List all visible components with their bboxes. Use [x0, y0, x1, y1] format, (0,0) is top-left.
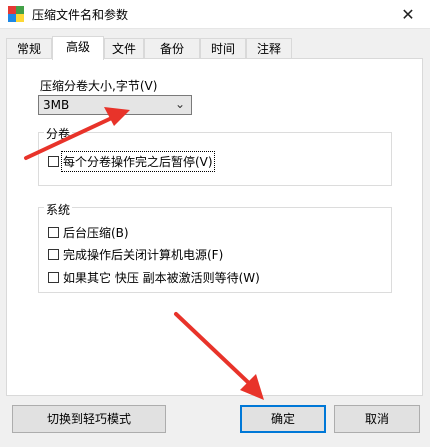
system-group-title: 系统	[44, 201, 73, 218]
background-compress-row[interactable]: 后台压缩(B)	[48, 224, 129, 241]
tab-general-label: 常规	[16, 42, 41, 56]
title-bar: 压缩文件名和参数 ✕	[0, 0, 430, 29]
pause-each-volume-label: 每个分卷操作完之后暂停(V)	[61, 151, 215, 172]
window-title: 压缩文件名和参数	[32, 8, 129, 22]
pause-each-volume-row[interactable]: 每个分卷操作完之后暂停(V)	[48, 151, 215, 172]
tab-general[interactable]: 常规	[6, 38, 52, 58]
shutdown-after-label: 完成操作后关闭计算机电源(F)	[63, 248, 224, 262]
tab-time-label: 时间	[210, 42, 235, 56]
light-mode-button[interactable]: 切换到轻巧模式	[12, 405, 166, 433]
shutdown-after-row[interactable]: 完成操作后关闭计算机电源(F)	[48, 246, 223, 263]
background-compress-checkbox[interactable]	[48, 227, 59, 238]
volume-group-title: 分卷	[44, 125, 73, 142]
cancel-button[interactable]: 取消	[334, 405, 420, 433]
ok-button[interactable]: 确定	[240, 405, 326, 433]
wait-other-copy-label: 如果其它 快压 副本被激活则等待(W)	[63, 271, 260, 285]
volume-size-label: 压缩分卷大小,字节(V)	[40, 79, 158, 93]
background-compress-label: 后台压缩(B)	[63, 226, 129, 240]
shutdown-after-checkbox[interactable]	[48, 249, 59, 260]
pause-each-volume-checkbox[interactable]	[48, 156, 59, 167]
tab-files[interactable]: 文件	[104, 38, 144, 58]
tab-advanced-label: 高级	[65, 40, 90, 54]
tab-time[interactable]: 时间	[200, 38, 246, 58]
wait-other-copy-row[interactable]: 如果其它 快压 副本被激活则等待(W)	[48, 269, 260, 286]
close-icon: ✕	[401, 4, 415, 24]
tab-backup-label: 备份	[159, 42, 184, 56]
tab-comment[interactable]: 注释	[246, 38, 292, 58]
volume-size-value: 3MB	[43, 98, 70, 112]
app-icon	[8, 6, 24, 22]
close-button[interactable]: ✕	[386, 0, 430, 28]
tab-advanced[interactable]: 高级	[52, 36, 104, 60]
wait-other-copy-checkbox[interactable]	[48, 272, 59, 283]
tab-files-label: 文件	[111, 42, 136, 56]
tab-comment-label: 注释	[256, 42, 281, 56]
volume-size-select[interactable]: 3MB ⌄	[38, 95, 192, 115]
chevron-down-icon: ⌄	[174, 97, 185, 111]
tab-backup[interactable]: 备份	[144, 38, 200, 58]
